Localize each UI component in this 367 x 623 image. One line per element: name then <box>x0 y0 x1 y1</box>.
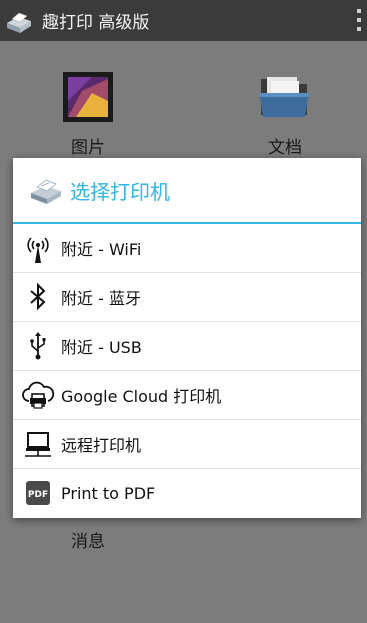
option-nearby-bluetooth[interactable]: 附近 - 蓝牙 <box>13 273 361 322</box>
select-printer-dialog: 选择打印机 附近 - WiFi 附近 - 蓝牙 附近 - USB Google … <box>13 158 361 518</box>
option-label: 附近 - 蓝牙 <box>61 289 141 308</box>
tile-photos[interactable]: 图片 <box>48 71 128 158</box>
dialog-header: 选择打印机 <box>13 158 361 224</box>
wifi-antenna-icon <box>21 231 55 265</box>
usb-icon <box>21 329 55 363</box>
tile-documents-label: 文档 <box>268 138 302 158</box>
app-bar: 趣打印 高级版 <box>0 0 367 41</box>
option-google-cloud-printer[interactable]: Google Cloud 打印机 <box>13 371 361 420</box>
tile-photos-label: 图片 <box>71 138 105 158</box>
option-label: 附近 - USB <box>61 338 142 357</box>
app-title: 趣打印 高级版 <box>42 13 150 33</box>
option-label: Print to PDF <box>61 483 156 503</box>
photo-icon <box>63 72 113 122</box>
svg-text:PDF: PDF <box>28 490 48 500</box>
cloud-print-icon <box>21 378 55 412</box>
tile-messages-label: 消息 <box>71 532 105 552</box>
pdf-icon: PDF <box>21 476 55 510</box>
tile-messages[interactable]: 消息 <box>48 527 128 552</box>
dialog-title: 选择打印机 <box>70 179 170 204</box>
option-nearby-usb[interactable]: 附近 - USB <box>13 322 361 371</box>
option-print-to-pdf[interactable]: PDF Print to PDF <box>13 469 361 517</box>
overflow-menu-icon[interactable] <box>356 9 362 31</box>
remote-computer-icon <box>21 427 55 461</box>
option-label: Google Cloud 打印机 <box>61 387 222 406</box>
tile-documents[interactable]: 文档 <box>245 71 325 158</box>
option-label: 附近 - WiFi <box>61 240 142 259</box>
folder-icon <box>259 77 309 117</box>
option-nearby-wifi[interactable]: 附近 - WiFi <box>13 224 361 273</box>
option-remote-printer[interactable]: 远程打印机 <box>13 420 361 469</box>
option-label: 远程打印机 <box>61 436 142 455</box>
bluetooth-icon <box>21 280 55 314</box>
app-logo-icon <box>7 12 31 33</box>
printer-icon <box>31 179 61 204</box>
